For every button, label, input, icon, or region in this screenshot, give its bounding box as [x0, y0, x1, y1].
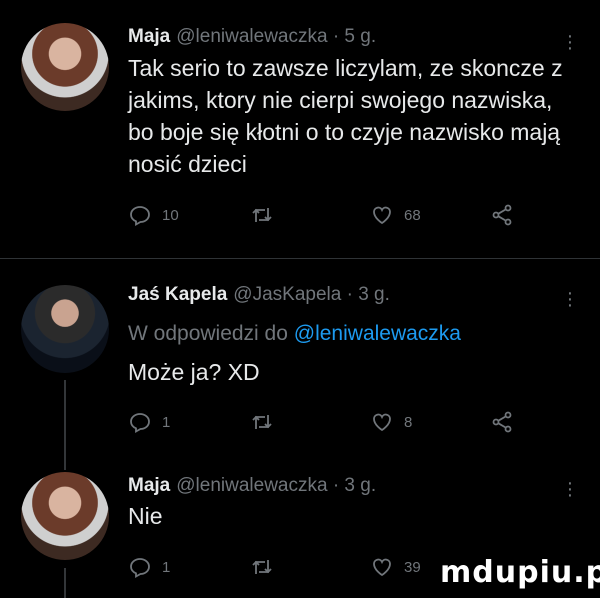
- like-count: 8: [404, 413, 413, 431]
- share-icon: [492, 411, 512, 433]
- retweet-icon: [252, 560, 272, 574]
- like-button[interactable]: 8: [370, 410, 412, 434]
- reply-button[interactable]: 1: [128, 555, 170, 579]
- author-name[interactable]: Maja: [128, 475, 170, 496]
- author-name[interactable]: Jaś Kapela: [128, 284, 227, 305]
- retweet-button[interactable]: [250, 203, 274, 227]
- like-count: 39: [404, 558, 421, 576]
- retweet-button[interactable]: [250, 410, 274, 434]
- share-icon: [492, 204, 512, 226]
- reply-count: 1: [162, 413, 171, 431]
- like-count: 68: [404, 206, 421, 224]
- like-icon: [373, 558, 391, 577]
- reply-button[interactable]: 10: [128, 203, 179, 227]
- timestamp[interactable]: · 3 g.: [347, 284, 390, 305]
- timestamp[interactable]: · 3 g.: [333, 475, 376, 496]
- like-icon: [373, 413, 391, 432]
- share-button[interactable]: [490, 203, 514, 227]
- reply-button[interactable]: 1: [128, 410, 170, 434]
- like-icon: [373, 206, 391, 225]
- divider: [0, 258, 600, 259]
- watermark: mdupiu.pl: [440, 550, 600, 595]
- author-handle[interactable]: @leniwalewaczka: [176, 26, 327, 47]
- like-button[interactable]: 39: [370, 555, 421, 579]
- retweet-icon: [252, 208, 272, 222]
- share-button[interactable]: [490, 410, 514, 434]
- more-icon[interactable]: · · ·: [565, 26, 575, 58]
- more-icon[interactable]: · · ·: [565, 283, 575, 315]
- author-handle[interactable]: @leniwalewaczka: [176, 475, 327, 496]
- author-name[interactable]: Maja: [128, 26, 170, 47]
- action-bar: 1 8: [128, 410, 528, 438]
- reply-prefix: W odpowiedzi do: [128, 322, 288, 345]
- reply-mention-link[interactable]: @leniwalewaczka: [294, 322, 461, 345]
- tweet-text: Może ja? XD: [128, 359, 260, 385]
- reply-context: W odpowiedzi do @leniwalewaczka: [128, 322, 461, 346]
- tweet-1[interactable]: Maja @leniwalewaczka · 5 g. · · · Tak serio…: [0, 0, 600, 245]
- author-handle[interactable]: @JasKapela: [233, 284, 341, 305]
- like-button[interactable]: 68: [370, 203, 421, 227]
- tweet-text: Tak serio to zawsze liczylam, ze skoncze…: [128, 55, 563, 177]
- reply-icon: [130, 206, 150, 227]
- reply-icon: [130, 558, 150, 579]
- avatar[interactable]: [21, 285, 109, 373]
- reply-count: 1: [162, 558, 171, 576]
- reply-count: 10: [162, 206, 179, 224]
- more-icon[interactable]: · · ·: [565, 473, 575, 505]
- thread-line: [64, 380, 66, 470]
- reply-icon: [130, 413, 150, 434]
- avatar[interactable]: [21, 472, 109, 560]
- retweet-button[interactable]: [250, 555, 274, 579]
- timestamp[interactable]: · 5 g.: [333, 26, 376, 47]
- thread-line: [64, 568, 66, 598]
- tweet-text: Nie: [128, 503, 163, 529]
- action-bar: 10 68: [128, 203, 528, 231]
- avatar[interactable]: [21, 23, 109, 111]
- tweet-2[interactable]: Jaś Kapela @JasKapela · 3 g. · · · W odpowi…: [0, 260, 600, 470]
- retweet-icon: [252, 415, 272, 429]
